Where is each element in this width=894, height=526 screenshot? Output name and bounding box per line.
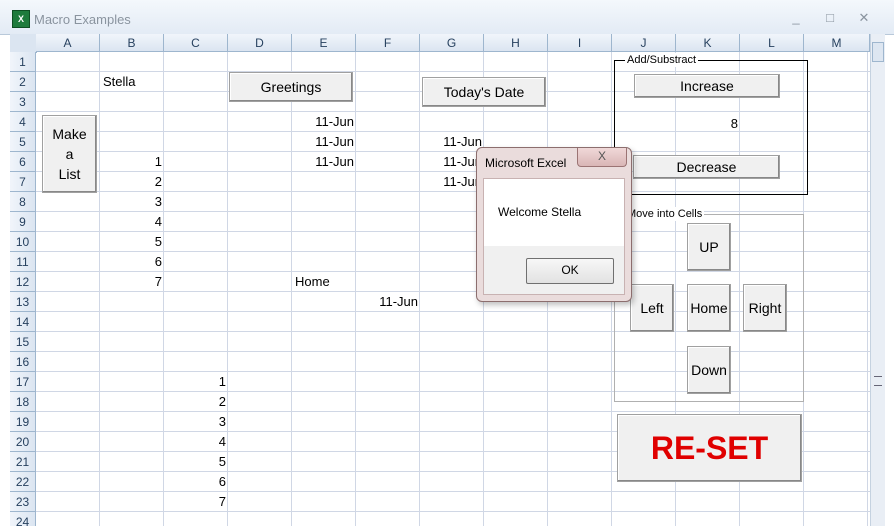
minimize-button[interactable]: _ [786, 10, 806, 26]
row-header-23[interactable]: 23 [10, 492, 36, 512]
select-all-corner[interactable] [10, 34, 37, 53]
row-header-4[interactable]: 4 [10, 112, 36, 132]
row-header-15[interactable]: 15 [10, 332, 36, 352]
row-header-12[interactable]: 12 [10, 272, 36, 292]
scroll-thumb[interactable] [872, 42, 884, 62]
row-header-7[interactable]: 7 [10, 172, 36, 192]
row-header-11[interactable]: 11 [10, 252, 36, 272]
cell-k5[interactable]: 8 [676, 114, 738, 134]
cell-g6[interactable]: 11-Jun [420, 152, 482, 172]
cell-b7[interactable]: 2 [100, 172, 162, 192]
vertical-scrollbar[interactable] [870, 34, 885, 526]
row-header-10[interactable]: 10 [10, 232, 36, 252]
cell-e4[interactable]: 11-Jun [292, 112, 354, 132]
scroll-grip-icon [874, 376, 882, 386]
dialog-body: Welcome Stella [483, 178, 625, 248]
row-header-14[interactable]: 14 [10, 312, 36, 332]
row-header-8[interactable]: 8 [10, 192, 36, 212]
todays-date-button[interactable]: Today's Date [422, 77, 546, 107]
row-header-24[interactable]: 24 [10, 512, 36, 526]
cell-b10[interactable]: 5 [100, 232, 162, 252]
cell-c19[interactable]: 3 [164, 412, 226, 432]
row-header-2[interactable]: 2 [10, 72, 36, 92]
move-into-cells-label: Move into Cells [625, 207, 705, 221]
row-header-13[interactable]: 13 [10, 292, 36, 312]
cell-c20[interactable]: 4 [164, 432, 226, 452]
dialog-footer: OK [483, 246, 625, 295]
left-button[interactable]: Left [630, 284, 674, 332]
column-header-d[interactable]: D [228, 34, 292, 52]
reset-button[interactable]: RE-SET [617, 414, 802, 482]
greetings-button[interactable]: Greetings [229, 72, 353, 102]
cell-c21[interactable]: 5 [164, 452, 226, 472]
column-header-e[interactable]: E [292, 34, 356, 52]
decrease-button[interactable]: Decrease [633, 155, 780, 179]
cell-b8[interactable]: 3 [100, 192, 162, 212]
cell-e5[interactable]: 11-Jun [292, 132, 354, 152]
column-header-g[interactable]: G [420, 34, 484, 52]
row-header-1[interactable]: 1 [10, 52, 36, 72]
column-header-c[interactable]: C [164, 34, 228, 52]
column-header-i[interactable]: I [548, 34, 612, 52]
maximize-button[interactable]: □ [820, 10, 840, 26]
column-header-j[interactable]: J [612, 34, 676, 52]
cell-e12[interactable]: Home [295, 272, 355, 292]
column-header-k[interactable]: K [676, 34, 740, 52]
row-header-22[interactable]: 22 [10, 472, 36, 492]
title-bar: X Macro Examples _ □ ✕ [0, 0, 894, 35]
add-subtract-label: Add/Substract [625, 53, 699, 67]
row-header-6[interactable]: 6 [10, 152, 36, 172]
down-button[interactable]: Down [687, 346, 731, 394]
column-header-b[interactable]: B [100, 34, 164, 52]
cell-f13[interactable]: 11-Jun [356, 292, 418, 312]
column-header-a[interactable]: A [36, 34, 100, 52]
row-header-20[interactable]: 20 [10, 432, 36, 452]
cell-b9[interactable]: 4 [100, 212, 162, 232]
cell-g7[interactable]: 11-Jun [420, 172, 482, 192]
increase-button[interactable]: Increase [634, 74, 780, 98]
cell-g5[interactable]: 11-Jun [420, 132, 482, 152]
cell-b12[interactable]: 7 [100, 272, 162, 292]
row-header-5[interactable]: 5 [10, 132, 36, 152]
column-header-f[interactable]: F [356, 34, 420, 52]
cell-c17[interactable]: 1 [164, 372, 226, 392]
dialog-ok-button[interactable]: OK [526, 258, 614, 284]
close-button[interactable]: ✕ [854, 10, 874, 26]
cell-c18[interactable]: 2 [164, 392, 226, 412]
make-list-button[interactable]: Make a List [42, 115, 97, 193]
cell-c23[interactable]: 7 [164, 492, 226, 512]
column-header-h[interactable]: H [484, 34, 548, 52]
cell-b6[interactable]: 1 [100, 152, 162, 172]
row-header-17[interactable]: 17 [10, 372, 36, 392]
dialog-close-button[interactable]: X [577, 148, 627, 167]
dialog-message: Welcome Stella [498, 205, 582, 219]
row-header-18[interactable]: 18 [10, 392, 36, 412]
row-header-19[interactable]: 19 [10, 412, 36, 432]
make-list-label-2: a [65, 146, 74, 162]
message-box-dialog: Microsoft Excel X Welcome Stella OK [476, 147, 632, 302]
home-button[interactable]: Home [687, 284, 731, 332]
column-header-m[interactable]: M [804, 34, 870, 52]
dialog-title: Microsoft Excel [485, 156, 567, 170]
right-button[interactable]: Right [743, 284, 787, 332]
make-list-label-3: List [58, 166, 81, 182]
row-header-21[interactable]: 21 [10, 452, 36, 472]
cell-e6[interactable]: 11-Jun [292, 152, 354, 172]
cell-c22[interactable]: 6 [164, 472, 226, 492]
cell-b11[interactable]: 6 [100, 252, 162, 272]
row-header-9[interactable]: 9 [10, 212, 36, 232]
make-list-label-1: Make [52, 126, 87, 142]
row-header-16[interactable]: 16 [10, 352, 36, 372]
cell-b2[interactable]: Stella [103, 72, 163, 92]
excel-icon: X [12, 10, 30, 28]
column-header-l[interactable]: L [740, 34, 804, 52]
window-title: Macro Examples [34, 12, 131, 27]
up-button[interactable]: UP [687, 223, 731, 271]
row-header-3[interactable]: 3 [10, 92, 36, 112]
